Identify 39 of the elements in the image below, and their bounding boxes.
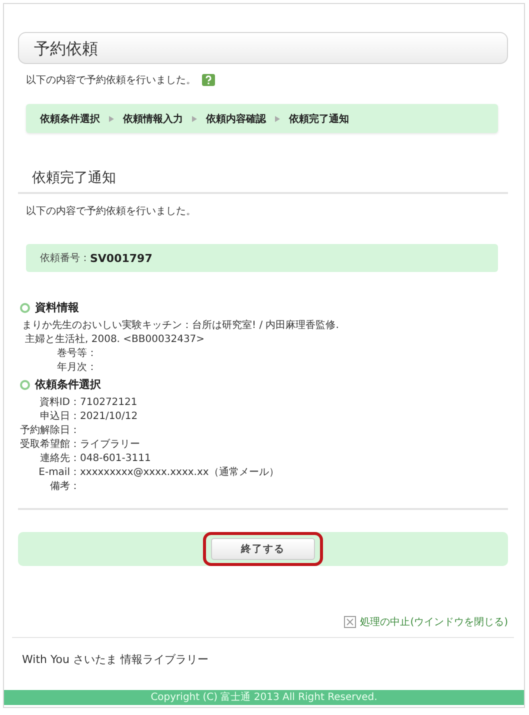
footer-name: With You さいたま 情報ライブラリー [22,652,210,667]
field-value: 2021/10/12 [80,410,139,424]
help-icon[interactable] [202,74,215,86]
intro-text: 以下の内容で予約依頼を行いました。 [26,74,196,87]
step-label: 依頼情報入力 [123,112,183,126]
field-value: 048-601-3111 [80,452,152,466]
finish-button[interactable]: 終了する [211,538,315,560]
material-text: まりか先生のおいしい実験キッチン：台所は研究室! / 内田麻理香監修. [22,319,340,333]
cancel-link[interactable]: 処理の中止(ウインドウを閉じる) [360,615,508,629]
ring-icon [20,380,30,390]
step-label: 依頼内容確認 [206,112,266,126]
step-arrow-icon [275,116,280,122]
close-icon [344,616,356,628]
step-arrow-icon [109,116,114,122]
group-title: 依頼条件選択 [35,377,101,392]
request-number-label: 依頼番号： [40,252,90,265]
field-label: 備考： [49,480,80,494]
field-label: 申込日： [39,410,80,424]
field-label: 資料ID： [38,396,80,410]
field-label: 連絡先： [39,452,80,466]
field-value: ライブラリー [80,438,141,452]
step-label: 依頼完了通知 [289,112,349,126]
ring-icon [20,302,30,312]
section-text: 以下の内容で予約依頼を行いました。 [26,204,197,218]
field-label: 受取希望館： [20,438,80,452]
field-label: 予約解除日： [20,424,80,438]
step-arrow-icon [192,116,197,122]
group-title: 資料情報 [35,300,79,315]
section-title: 依頼完了通知 [18,169,508,194]
field-value: 710272121 [80,396,138,410]
field-label: 巻号等： [56,347,97,361]
request-number-value: SV001797 [90,252,152,264]
copyright-bar: Copyright (C) 富士通 2013 All Right Reserved. [4,690,524,705]
page-title: 予約依頼 [18,32,508,64]
step-label: 依頼条件選択 [40,112,100,126]
field-value: xxxxxxxxx@xxxx.xxxx.xx（通常メール） [80,466,279,480]
material-text: 主婦と生活社, 2008. <BB00032437> [24,333,206,347]
field-label: 年月次： [56,361,97,375]
field-label: E-mail： [38,466,80,480]
